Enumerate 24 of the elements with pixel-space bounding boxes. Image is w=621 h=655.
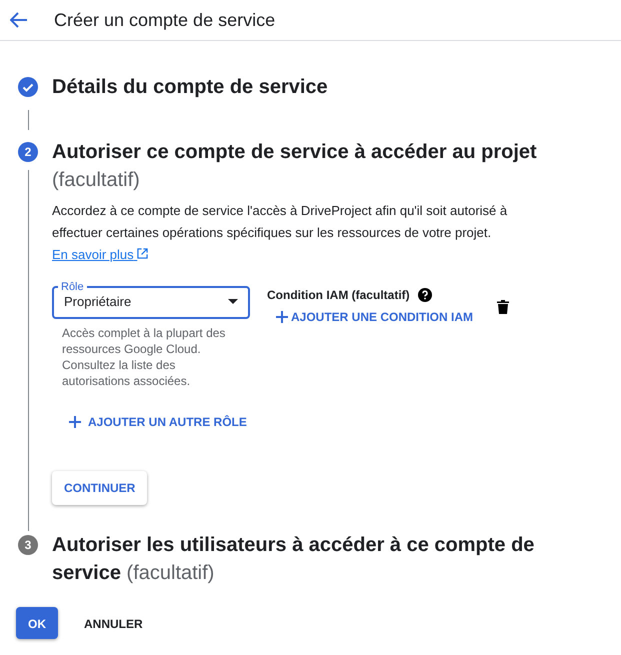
- cancel-button[interactable]: ANNULER: [72, 607, 155, 639]
- learn-more-link[interactable]: En savoir plus: [52, 247, 148, 262]
- back-arrow-icon[interactable]: [10, 12, 28, 28]
- plus-icon: [68, 415, 82, 429]
- ok-button[interactable]: OK: [16, 607, 58, 639]
- condition-label: Condition IAM (facultatif): [267, 288, 410, 302]
- trash-icon[interactable]: [497, 300, 509, 314]
- add-role-button[interactable]: AJOUTER UN AUTRE RÔLE: [60, 411, 255, 433]
- external-link-icon: [137, 248, 148, 259]
- role-help-text: Accès complet à la plupart des ressources Google Cloud. Consultez la liste des autorisations associées.: [62, 325, 226, 389]
- step-number: 2: [18, 142, 38, 162]
- page-title: Créer un compte de service: [54, 10, 276, 30]
- add-condition-button[interactable]: AJOUTER UNE CONDITION IAM: [267, 306, 497, 328]
- continue-button[interactable]: CONTINUER: [52, 471, 148, 505]
- step-title: Autoriser ce compte de service à accéder au projet (facultatif): [52, 140, 538, 193]
- step-title: Détails du compte de service: [52, 75, 329, 100]
- dropdown-caret-icon: [228, 299, 238, 304]
- check-circle-icon: [18, 77, 38, 97]
- step-number: 3: [18, 535, 38, 555]
- step-title: Autoriser les utilisateurs à accéder à ce compte de service (facultatif): [52, 533, 536, 586]
- description-text: Accordez à ce compte de service l'accès à DriveProject afin qu'il soit autorisé à effectuer certaines opérations spécifiques sur les ressources de votre projet. En savoir plus: [52, 202, 508, 264]
- role-select[interactable]: Rôle Propriétaire: [52, 280, 250, 319]
- plus-icon: [275, 310, 289, 324]
- help-icon[interactable]: [418, 288, 432, 302]
